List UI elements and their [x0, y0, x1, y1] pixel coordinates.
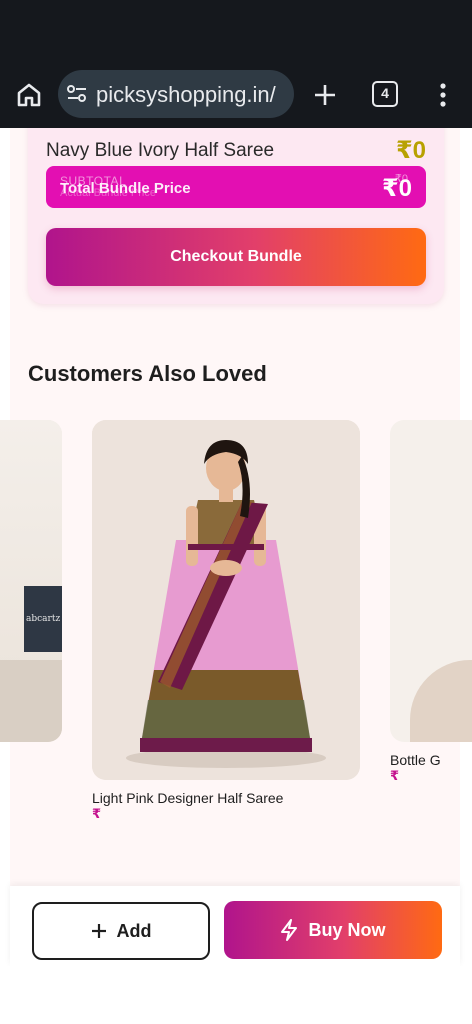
add-button[interactable]: Add — [32, 902, 210, 960]
checkout-bundle-button[interactable]: Checkout Bundle — [46, 228, 426, 286]
store-sign: abcartz — [24, 586, 62, 652]
plus-icon — [91, 924, 106, 938]
lightning-icon — [281, 919, 298, 941]
tab-switcher-button[interactable]: 4 — [372, 81, 398, 107]
product-name[interactable]: Light Pink Designer Half Saree — [92, 790, 283, 806]
url-text[interactable]: picksyshopping.in/ — [96, 82, 288, 108]
total-bundle-price-value: ₹0 — [381, 175, 412, 202]
product-image — [410, 660, 472, 742]
bundle-card: Navy Blue Ivory Half Saree ₹0 SUBTOTAL A… — [28, 128, 444, 304]
saree-model-image — [92, 420, 360, 780]
product-name[interactable]: Bottle G — [390, 752, 441, 768]
product-image-floor — [0, 660, 62, 742]
product-price: ₹ — [390, 768, 400, 783]
site-settings-icon[interactable] — [66, 84, 88, 104]
overflow-menu-icon[interactable] — [434, 80, 452, 110]
bundle-total-bar: SUBTOTAL Actual Bundle Price Total Bundl… — [46, 166, 426, 208]
status-bar — [0, 0, 472, 62]
bundle-item-price: ₹0 — [395, 137, 426, 164]
new-tab-plus-icon[interactable] — [310, 80, 340, 110]
address-bar[interactable]: picksyshopping.in/ — [58, 70, 294, 118]
product-card[interactable]: abcartz — [0, 420, 62, 742]
bundle-item-name: Navy Blue Ivory Half Saree — [46, 140, 275, 161]
browser-toolbar: picksyshopping.in/ 4 — [0, 62, 472, 128]
bottom-action-bar: Add Buy Now — [10, 886, 460, 966]
buy-now-button[interactable]: Buy Now — [224, 901, 442, 959]
total-bundle-price-label: Total Bundle Price — [60, 180, 191, 197]
product-price: ₹ — [92, 806, 102, 821]
product-card[interactable] — [390, 420, 472, 742]
section-title: Customers Also Loved — [28, 361, 267, 386]
product-card-image[interactable] — [92, 420, 360, 780]
buy-now-label: Buy Now — [308, 919, 386, 940]
home-icon[interactable] — [14, 80, 44, 110]
add-button-label: Add — [116, 920, 152, 941]
product-carousel[interactable]: abcartz Light Pink Designer Half Saree ₹… — [0, 420, 472, 840]
page-content: Navy Blue Ivory Half Saree ₹0 SUBTOTAL A… — [0, 128, 472, 966]
